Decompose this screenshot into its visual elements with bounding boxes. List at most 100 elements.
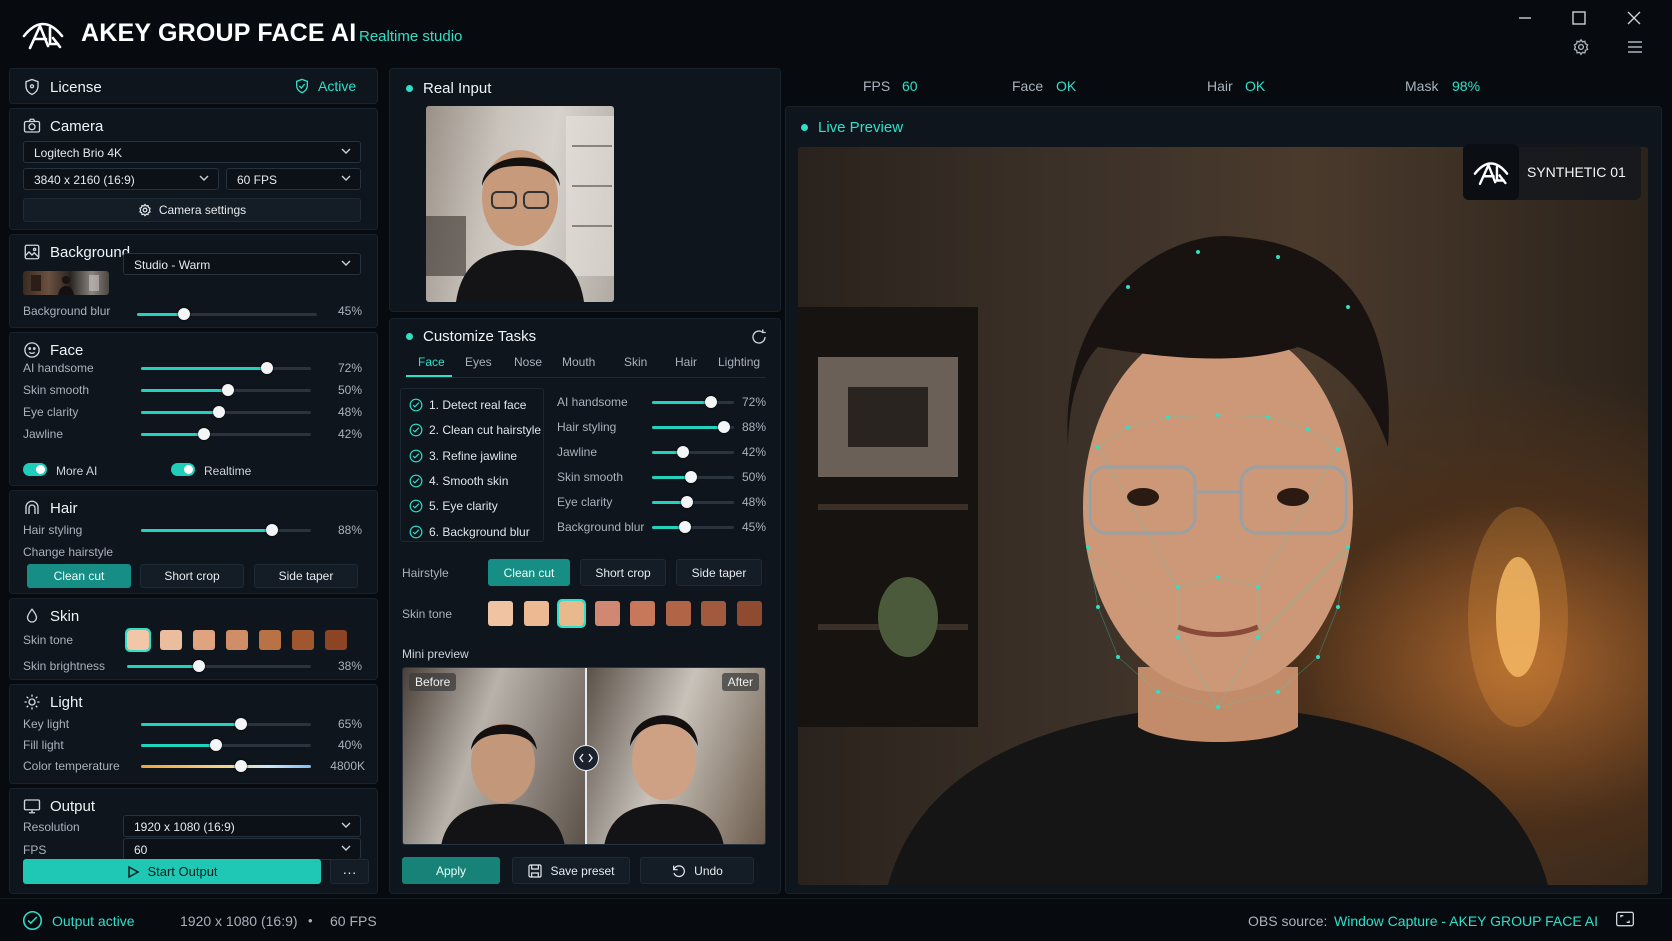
tab-eyes[interactable]: Eyes [465,355,492,369]
output-label: Output [50,797,96,815]
task-item[interactable]: 5. Eye clarity [409,499,498,513]
obs-source-value[interactable]: Window Capture - AKEY GROUP FACE AI [1334,913,1598,929]
slider-knob[interactable] [197,428,210,440]
slider-knob[interactable] [677,446,690,458]
slider-knob[interactable] [213,406,226,418]
tab-hair[interactable]: Hair [675,355,697,369]
task-hairstyle-side-taper-button[interactable]: Side taper [676,559,762,586]
minimize-button[interactable] [1510,6,1540,30]
undo-label: Undo [694,863,723,878]
slider-knob[interactable] [681,496,694,508]
task-item[interactable]: 2. Clean cut hairstyle [409,423,541,437]
task-item[interactable]: 4. Smooth skin [409,474,508,488]
skin-brightness-slider[interactable] [127,660,311,672]
camera-settings-button[interactable]: Camera settings [23,198,361,222]
task-skin-tone-swatch[interactable] [736,601,762,626]
slider-knob[interactable] [684,471,697,483]
close-icon [1627,11,1641,25]
capture-button[interactable] [1615,910,1637,930]
realtime-toggle[interactable] [171,463,195,476]
task-skin-tone-swatch[interactable] [594,601,620,626]
slider-knob[interactable] [177,308,190,320]
face-slider[interactable] [141,362,311,374]
background-blur-slider[interactable] [137,308,317,320]
background-thumbnail[interactable] [23,271,109,295]
skin-tone-swatch[interactable] [125,628,151,652]
fill-light-slider[interactable] [141,739,311,751]
slider-knob[interactable] [265,524,278,536]
task-hairstyle-short-crop-button[interactable]: Short crop [580,559,666,586]
undo-button[interactable]: Undo [640,857,754,884]
slider-knob[interactable] [260,362,273,374]
task-skin-tone-swatch[interactable] [523,601,549,626]
after-face-icon [604,715,724,844]
task-skin-tone-swatch[interactable] [488,601,513,626]
skin-tone-swatch[interactable] [226,630,248,650]
face-slider[interactable] [141,428,311,440]
hairstyle-short-crop-button[interactable]: Short crop [140,564,244,588]
task-item[interactable]: 3. Refine jawline [409,449,517,463]
slider-knob[interactable] [705,396,718,408]
app-subtitle: Realtime studio [359,28,463,45]
skin-tone-swatch[interactable] [325,630,347,650]
save-preset-button[interactable]: Save preset [512,857,630,884]
camera-device-select[interactable]: Logitech Brio 4K [23,141,361,163]
apply-button[interactable]: Apply [402,857,500,884]
light-panel: Light Key light 65% Fill light 40% Color… [9,684,378,784]
output-fps-select[interactable]: 60 [123,838,361,860]
key-light-slider[interactable] [141,718,311,730]
skin-tone-swatch[interactable] [292,630,314,650]
color-temperature-value: 4800K [330,759,365,773]
skin-tone-swatch[interactable] [193,630,215,650]
shield-icon [25,78,39,96]
task-hairstyle-clean-cut-button[interactable]: Clean cut [488,559,570,586]
face-slider[interactable] [141,406,311,418]
hairstyle-clean-cut-button[interactable]: Clean cut [27,564,131,588]
tab-lighting[interactable]: Lighting [718,355,760,369]
task-skin-tone-swatch[interactable] [665,601,691,626]
change-hairstyle-label: Change hairstyle [23,545,114,559]
task-item[interactable]: 1. Detect real face [409,398,526,412]
slider-knob[interactable] [235,718,248,730]
color-temperature-slider[interactable] [141,760,311,772]
background-preset-select[interactable]: Studio - Warm [123,253,361,275]
task-skin-tone-swatch[interactable] [701,601,726,626]
hairstyle-side-taper-button[interactable]: Side taper [254,564,358,588]
face-slider-value: 50% [337,383,362,397]
close-button[interactable] [1619,6,1649,30]
skin-tone-swatch[interactable] [160,630,182,650]
slider-knob[interactable] [678,521,691,533]
maximize-button[interactable] [1564,6,1594,30]
task-slider-label: Skin smooth [557,470,624,484]
task-item[interactable]: 6. Background blur [409,525,530,539]
skin-tone-swatch[interactable] [259,630,281,650]
mini-preview[interactable]: Before After [402,667,766,845]
camera-resolution-select[interactable]: 3840 x 2160 (16:9) [23,168,219,190]
slider-knob[interactable] [221,384,234,396]
start-output-button[interactable]: Start Output [23,859,321,884]
hair-styling-slider[interactable] [141,524,311,536]
task-skin-tone-swatch[interactable] [630,601,655,626]
more-options-button[interactable]: ··· [330,859,369,884]
task-slider-value: 45% [741,520,766,534]
reset-button[interactable] [750,328,768,346]
camera-fps-select[interactable]: 60 FPS [226,168,361,190]
face-slider-value: 42% [337,427,362,441]
slider-knob[interactable] [192,660,205,672]
settings-button[interactable] [1568,36,1594,58]
slider-knob[interactable] [209,739,222,751]
output-resolution-select[interactable]: 1920 x 1080 (16:9) [123,815,361,837]
tab-nose[interactable]: Nose [514,355,542,369]
tab-mouth[interactable]: Mouth [562,355,595,369]
face-stat-label: Face [1012,78,1044,94]
face-slider[interactable] [141,384,311,396]
camera-panel: Camera Logitech Brio 4K 3840 x 2160 (16:… [9,108,378,230]
compare-handle[interactable] [573,745,599,771]
tab-skin[interactable]: Skin [624,355,647,369]
light-header: Light [23,693,83,711]
more-ai-toggle[interactable] [23,463,47,476]
task-skin-tone-swatch[interactable] [557,599,586,628]
slider-knob[interactable] [235,760,248,772]
tab-face[interactable]: Face [418,355,445,369]
menu-button[interactable] [1622,36,1648,58]
